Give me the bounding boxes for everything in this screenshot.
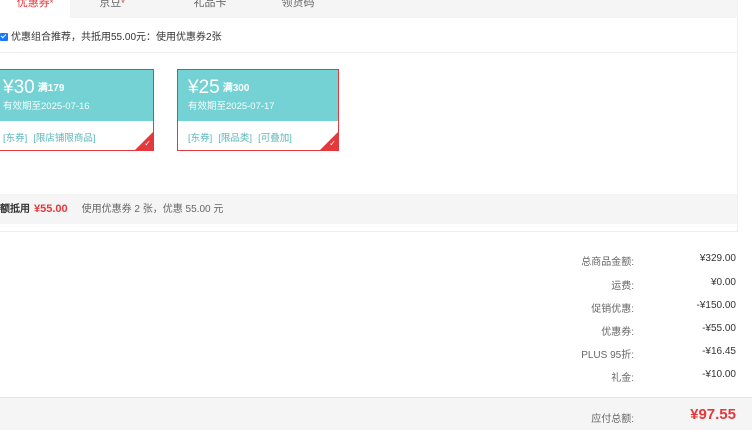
coupon-tag: [可叠加] [258, 133, 292, 144]
tab-jingdou[interactable]: 京豆* [82, 0, 142, 18]
payable-label: 应付总额: [591, 414, 634, 425]
tab-redeem-code[interactable]: 领货码 [268, 0, 328, 18]
total-label: 优惠券: [601, 327, 634, 338]
coupon-tag: [限店铺限商品] [33, 133, 96, 144]
summary-label: 金额抵用 [0, 204, 30, 215]
recommend-checkbox[interactable] [0, 33, 8, 41]
coupon-tabs: 优惠券* 京豆* 礼品卡 领货码 [0, 0, 738, 18]
total-value: -¥55.00 [702, 323, 736, 334]
tab-label: 礼品卡 [193, 0, 227, 9]
coupon-tags: [东券] [限店铺限商品] [0, 121, 153, 144]
coupon-tag: [东券] [188, 133, 213, 144]
recommend-text: 优惠组合推荐，共抵用55.00元：使用优惠券2张 [11, 32, 222, 43]
total-value: -¥10.00 [702, 369, 736, 380]
tab-label: 京豆 [99, 0, 122, 9]
tab-mark: * [49, 0, 54, 8]
total-row: 总商品金额: ¥329.00 [0, 253, 752, 276]
coupon-valid-date: 有效期至2025-07-16 [3, 101, 90, 112]
total-row: 运费: ¥0.00 [0, 277, 752, 300]
summary-amount: ¥55.00 [34, 203, 68, 215]
coupon-header: ¥25 满300 有效期至2025-07-17 [178, 70, 338, 121]
coupon-tag: [东券] [3, 133, 28, 144]
recommend-row[interactable]: 优惠组合推荐，共抵用55.00元：使用优惠券2张 [0, 32, 222, 44]
tab-label: 优惠券 [16, 0, 50, 9]
coupon-header: ¥30 满179 有效期至2025-07-16 [0, 70, 153, 121]
total-label: 促销优惠: [591, 304, 634, 315]
coupon-valid-date: 有效期至2025-07-17 [188, 101, 275, 112]
payable-amount: ¥97.55 [690, 406, 736, 423]
tab-label: 领货码 [281, 0, 315, 9]
total-value: ¥329.00 [699, 253, 736, 264]
total-value: -¥150.00 [696, 300, 736, 311]
total-value: -¥16.45 [702, 346, 736, 357]
coupon-card[interactable]: ¥25 满300 有效期至2025-07-17 [东券] [限品类] [可叠加] ✓ [177, 69, 339, 151]
tab-mark: * [121, 0, 125, 8]
coupon-condition: 满300 [222, 83, 250, 94]
coupon-panel: 优惠组合推荐，共抵用55.00元：使用优惠券2张 ¥30 满179 有效期至202… [0, 18, 738, 232]
coupon-condition: 满179 [37, 83, 65, 94]
divider [0, 52, 737, 53]
total-value: ¥0.00 [710, 277, 736, 288]
coupon-tag: [限品类] [218, 133, 253, 144]
payable-bar: 应付总额: ¥97.55 [0, 397, 752, 430]
summary-description: 使用优惠券 2 张，优惠 55.00 元 [81, 204, 224, 215]
total-row: 促销优惠: -¥150.00 [0, 300, 752, 323]
check-icon: ✓ [144, 139, 151, 148]
total-label: 总商品金额: [581, 257, 634, 268]
check-icon: ✓ [329, 139, 336, 148]
coupon-amount: ¥25 [188, 77, 220, 98]
total-label: 礼金: [611, 373, 634, 384]
coupon-tags: [东券] [限品类] [可叠加] [178, 121, 338, 144]
tab-gift-card[interactable]: 礼品卡 [180, 0, 240, 18]
tab-coupons[interactable]: 优惠券* [0, 0, 70, 18]
coupon-summary-bar: 金额抵用 ¥55.00 使用优惠券 2 张，优惠 55.00 元 [0, 194, 737, 224]
total-row: 礼金: -¥10.00 [0, 369, 752, 392]
total-label: PLUS 95折: [581, 350, 634, 361]
total-row: PLUS 95折: -¥16.45 [0, 346, 752, 369]
coupon-amount: ¥30 [3, 77, 35, 98]
coupon-card[interactable]: ¥30 满179 有效期至2025-07-16 [东券] [限店铺限商品] ✓ [0, 69, 154, 151]
total-label: 运费: [611, 281, 634, 292]
total-row: 优惠券: -¥55.00 [0, 323, 752, 346]
